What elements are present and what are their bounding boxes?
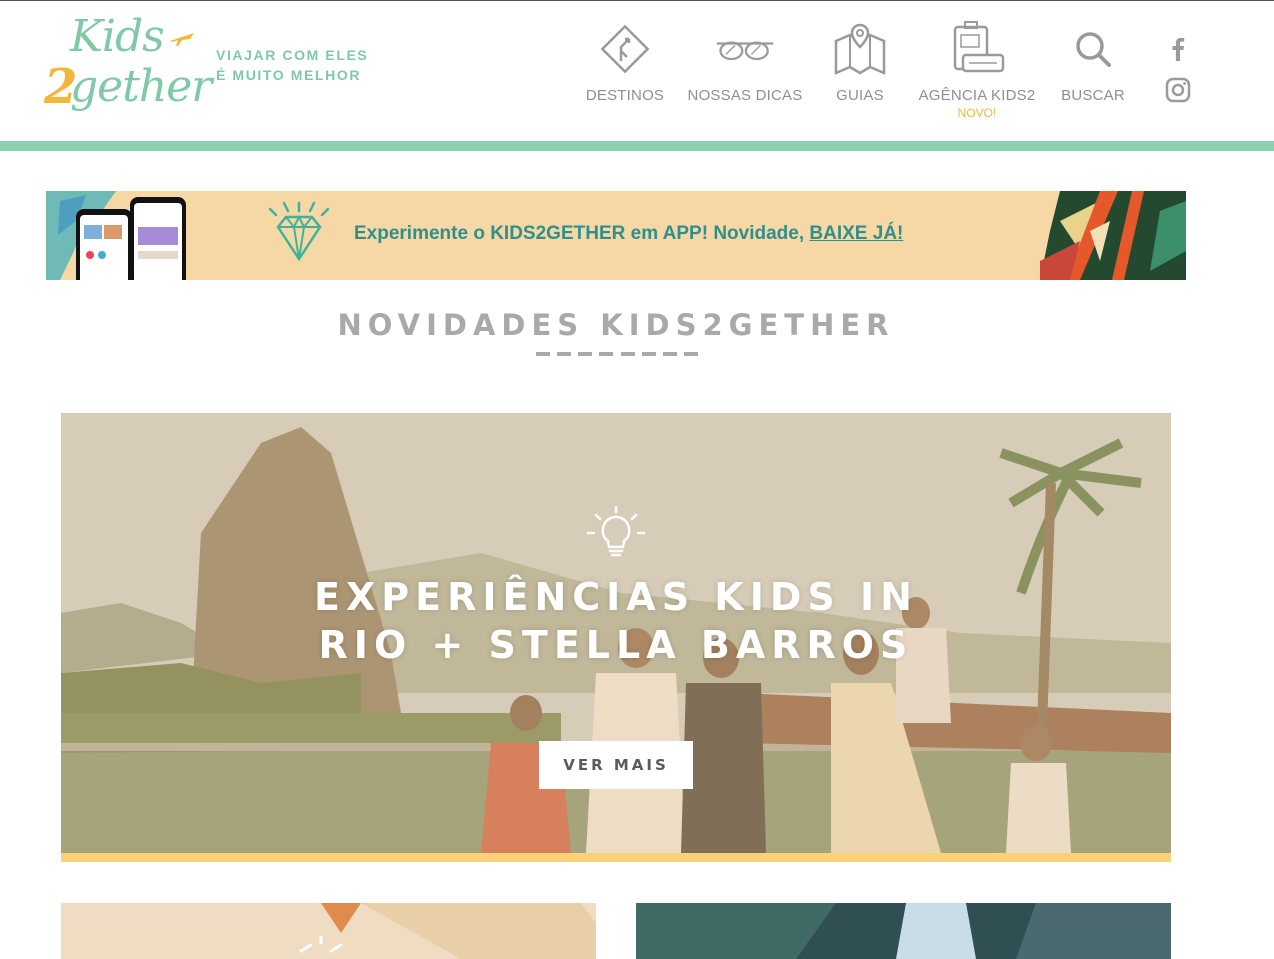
new-badge: NOVO!	[957, 106, 997, 120]
section-title: NOVIDADES KIDS2GETHER	[337, 308, 895, 342]
nav-label-buscar: BUSCAR	[1061, 87, 1125, 104]
luggage-icon	[947, 19, 1007, 79]
diamond-icon	[268, 201, 330, 262]
promo-tropical-art	[1040, 191, 1186, 280]
tagline-line-2: É MUITO MELHOR	[216, 67, 362, 83]
site-logo[interactable]: Kids 2 gether	[44, 9, 212, 119]
app-promo-banner[interactable]: Experimente o KIDS2GETHER em APP! Novida…	[46, 191, 1186, 280]
header-stripe	[0, 141, 1274, 151]
nav-item-guias[interactable]: GUIAS	[833, 19, 887, 104]
logo-gether-text: gether	[70, 61, 212, 112]
search-icon	[1063, 19, 1123, 79]
post-card-left[interactable]	[61, 903, 596, 959]
promo-text: Experimente o KIDS2GETHER em APP! Novida…	[354, 223, 903, 245]
hero-title-line-2: RIO + STELLA BARROS	[318, 623, 914, 667]
social-links	[1160, 31, 1196, 115]
nav-label-nossas-dicas: NOSSAS DICAS	[687, 87, 803, 104]
promo-download-link[interactable]: BAIXE JÁ!	[809, 223, 903, 244]
nav-item-agencia-kids2[interactable]: AGÊNCIA KIDS2 NOVO!	[919, 19, 1035, 120]
site-tagline: VIAJAR COM ELES É MUITO MELHOR	[216, 45, 368, 85]
nav-label-guias: GUIAS	[836, 87, 884, 104]
logo-kids-text: Kids	[70, 11, 165, 62]
hero-bottom-stripe	[61, 853, 1171, 862]
nav-label-destinos: DESTINOS	[585, 87, 665, 104]
promo-text-prefix: Experimente o KIDS2GETHER em APP! Novida…	[354, 223, 810, 244]
section-title-underline	[536, 352, 698, 356]
nav-label-agencia-kids2: AGÊNCIA KIDS2	[918, 87, 1036, 104]
map-icon	[830, 19, 890, 79]
airplane-icon	[170, 33, 194, 46]
facebook-icon[interactable]	[1160, 31, 1196, 67]
road-sign-icon	[595, 19, 655, 79]
featured-post-hero[interactable]: EXPERIÊNCIAS KIDS IN RIO + STELLA BARROS…	[61, 413, 1171, 853]
post-card-right[interactable]	[636, 903, 1171, 959]
hero-title-line-1: EXPERIÊNCIAS KIDS IN	[314, 575, 918, 619]
post-card-left-image	[61, 903, 596, 959]
instagram-icon[interactable]	[1160, 73, 1196, 109]
page: Kids 2 gether VIAJAR COM ELES É MUITO ME…	[0, 0, 1274, 959]
hero-title: EXPERIÊNCIAS KIDS IN RIO + STELLA BARROS	[266, 573, 966, 669]
post-card-right-image	[636, 903, 1171, 959]
nav-item-destinos[interactable]: DESTINOS	[586, 19, 664, 104]
nav-item-nossas-dicas[interactable]: NOSSAS DICAS	[688, 19, 802, 104]
ver-mais-button[interactable]: VER MAIS	[539, 741, 693, 789]
site-header: Kids 2 gether VIAJAR COM ELES É MUITO ME…	[0, 0, 1274, 141]
nav-item-buscar[interactable]: BUSCAR	[1061, 19, 1125, 104]
lightbulb-icon	[586, 505, 646, 557]
phone-mockup-icon	[76, 197, 186, 280]
tagline-line-1: VIAJAR COM ELES	[216, 47, 369, 63]
sunglasses-icon	[715, 19, 775, 79]
